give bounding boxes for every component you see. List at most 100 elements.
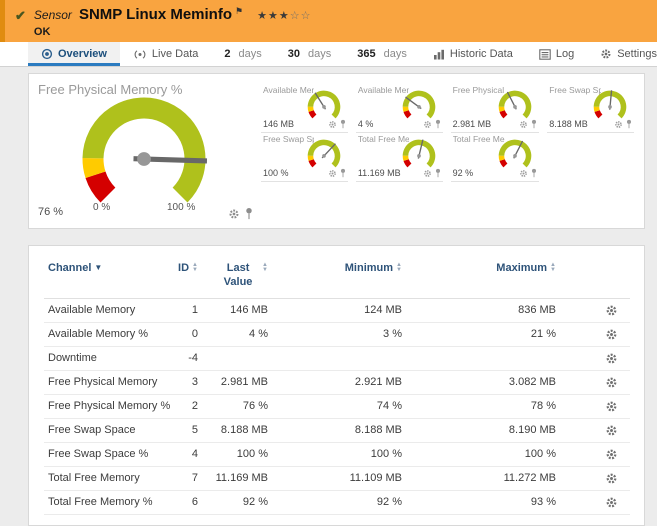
channel-maximum: 78 % — [402, 394, 556, 419]
overview-content: Free Physical Memory % 0 % 100 % 76 % Av… — [0, 67, 657, 526]
column-header-maximum-label: Maximum — [496, 262, 548, 274]
star-filled-icon: ★ — [267, 10, 279, 22]
gauge-pin-icon[interactable] — [531, 119, 537, 129]
gauge-pin-icon[interactable] — [340, 168, 346, 178]
flag-icon[interactable]: ⚑ — [235, 6, 243, 17]
table-header-row: Channel ▼ ID ▲ ▼ Last Value ▲ ▼ Minimum ▲ ▼ Max… — [44, 258, 630, 299]
mini-gauge-available-memory: Available Memory 146 MB — [261, 84, 348, 133]
tab-2-days[interactable]: 2 days — [211, 42, 274, 66]
channel-settings-gear-icon[interactable] — [605, 496, 618, 509]
primary-gauge-block: Free Physical Memory % 0 % 100 % 76 % — [29, 74, 261, 228]
gauge-pin-icon[interactable] — [245, 207, 253, 220]
channel-settings-gear-icon[interactable] — [605, 376, 618, 389]
tab-30-days[interactable]: 30 days — [275, 42, 345, 66]
channel-id: 1 — [164, 298, 198, 323]
table-row: Free Physical Memory 3 2.981 MB 2.921 MB… — [44, 370, 630, 395]
tab-log[interactable]: Log — [526, 42, 587, 66]
channel-last-value: 92 % — [198, 490, 268, 515]
mini-gauge-value: 8.188 MB — [549, 119, 588, 129]
column-header-last-value[interactable]: Last Value ▲ ▼ — [198, 258, 268, 299]
channel-settings-gear-icon[interactable] — [605, 328, 618, 341]
channel-minimum — [268, 346, 402, 371]
gauge-settings-gear-icon[interactable] — [423, 120, 432, 129]
channel-maximum: 836 MB — [402, 298, 556, 323]
mini-gauges-grid: Available Memory 146 MB Available Memory… — [261, 74, 644, 228]
tab-live-data[interactable]: Live Data — [120, 42, 211, 66]
gauge-settings-gear-icon[interactable] — [519, 169, 528, 178]
channel-name: Total Free Memory % — [44, 490, 164, 515]
channel-id: 7 — [164, 466, 198, 491]
mini-gauge-chart — [593, 90, 627, 119]
gauge-settings-gear-icon[interactable] — [423, 169, 432, 178]
sort-icon: ▲ ▼ — [262, 262, 268, 273]
channel-minimum: 11.109 MB — [268, 466, 402, 491]
channel-minimum: 92 % — [268, 490, 402, 515]
tab-365-days[interactable]: 365 days — [344, 42, 420, 66]
channel-last-value: 4 % — [198, 322, 268, 347]
channel-settings-gear-icon[interactable] — [605, 352, 618, 365]
mini-gauge-chart — [498, 139, 532, 168]
channel-name: Free Swap Space % — [44, 442, 164, 467]
gauge-pin-icon[interactable] — [626, 119, 632, 129]
header-accent-stripe — [0, 0, 5, 42]
gauge-pin-icon[interactable] — [531, 168, 537, 178]
channel-maximum: 11.272 MB — [402, 466, 556, 491]
column-header-minimum-label: Minimum — [344, 262, 394, 274]
table-row: Total Free Memory 7 11.169 MB 11.109 MB … — [44, 466, 630, 491]
channel-settings-gear-icon[interactable] — [605, 304, 618, 317]
channel-minimum: 3 % — [268, 322, 402, 347]
tab-overview[interactable]: Overview — [28, 42, 120, 66]
channel-name: Free Physical Memory — [44, 370, 164, 395]
tab-historic-data[interactable]: Historic Data — [420, 42, 526, 66]
channels-table-panel: Channel ▼ ID ▲ ▼ Last Value ▲ ▼ Minimum ▲ ▼ Max… — [28, 245, 645, 526]
column-header-minimum[interactable]: Minimum ▲ ▼ — [268, 258, 402, 299]
gauge-settings-gear-icon[interactable] — [519, 120, 528, 129]
column-header-maximum[interactable]: Maximum ▲ ▼ — [402, 258, 556, 299]
gauge-pin-icon[interactable] — [340, 119, 346, 129]
gauge-pin-icon[interactable] — [435, 168, 441, 178]
sensor-title: SNMP Linux Meminfo — [78, 6, 232, 23]
gauge-pin-icon[interactable] — [435, 119, 441, 129]
channel-maximum: 8.190 MB — [402, 418, 556, 443]
column-header-id-label: ID — [178, 262, 190, 274]
gauges-panel: Free Physical Memory % 0 % 100 % 76 % Av… — [28, 73, 645, 229]
sort-icon: ▲ ▼ — [192, 262, 198, 273]
priority-stars[interactable]: ★★★☆☆ — [257, 9, 311, 22]
gauge-settings-gear-icon[interactable] — [328, 169, 337, 178]
column-header-channel[interactable]: Channel ▼ — [44, 258, 164, 299]
tab-30-days-word: days — [308, 48, 332, 60]
tab-365-days-number: 365 — [357, 48, 376, 60]
channel-id: 5 — [164, 418, 198, 443]
channel-id: 3 — [164, 370, 198, 395]
channel-maximum: 93 % — [402, 490, 556, 515]
channel-settings-gear-icon[interactable] — [605, 424, 618, 437]
gauge-settings-gear-icon[interactable] — [614, 120, 623, 129]
mini-gauge-value: 4 % — [357, 119, 374, 129]
gauge-settings-gear-icon[interactable] — [228, 208, 240, 220]
channel-settings-gear-icon[interactable] — [605, 448, 618, 461]
mini-gauge-free-physical-memory: Free Physical Memory 2.981 MB — [450, 84, 540, 133]
mini-gauge-value: 92 % — [452, 168, 474, 178]
tab-settings[interactable]: Settings — [587, 42, 657, 66]
mini-gauge-chart — [498, 90, 532, 119]
mini-gauge-chart — [402, 139, 435, 168]
mini-gauge-available-memory-pct: Available Memory % 4 % — [355, 84, 443, 133]
mini-gauge-chart — [307, 90, 341, 119]
channel-minimum: 74 % — [268, 394, 402, 419]
table-row: Free Swap Space % 4 100 % 100 % 100 % — [44, 442, 630, 467]
mini-gauge-value: 146 MB — [263, 119, 295, 129]
channel-settings-gear-icon[interactable] — [605, 400, 618, 413]
channel-minimum: 124 MB — [268, 298, 402, 323]
mini-gauge-chart — [402, 90, 435, 119]
channel-settings-gear-icon[interactable] — [605, 472, 618, 485]
channel-name: Available Memory % — [44, 322, 164, 347]
column-header-actions — [556, 258, 630, 299]
column-header-last-value-label: Last Value — [223, 262, 253, 288]
column-header-id[interactable]: ID ▲ ▼ — [164, 258, 198, 299]
gauge-settings-gear-icon[interactable] — [328, 120, 337, 129]
channel-last-value — [198, 346, 268, 371]
mini-gauge-total-free-memory: Total Free Memory 11.169 MB — [355, 133, 443, 182]
channel-last-value: 100 % — [198, 442, 268, 467]
mini-gauge-value: 100 % — [263, 168, 289, 178]
gauge-min-label: 0 % — [93, 202, 111, 213]
